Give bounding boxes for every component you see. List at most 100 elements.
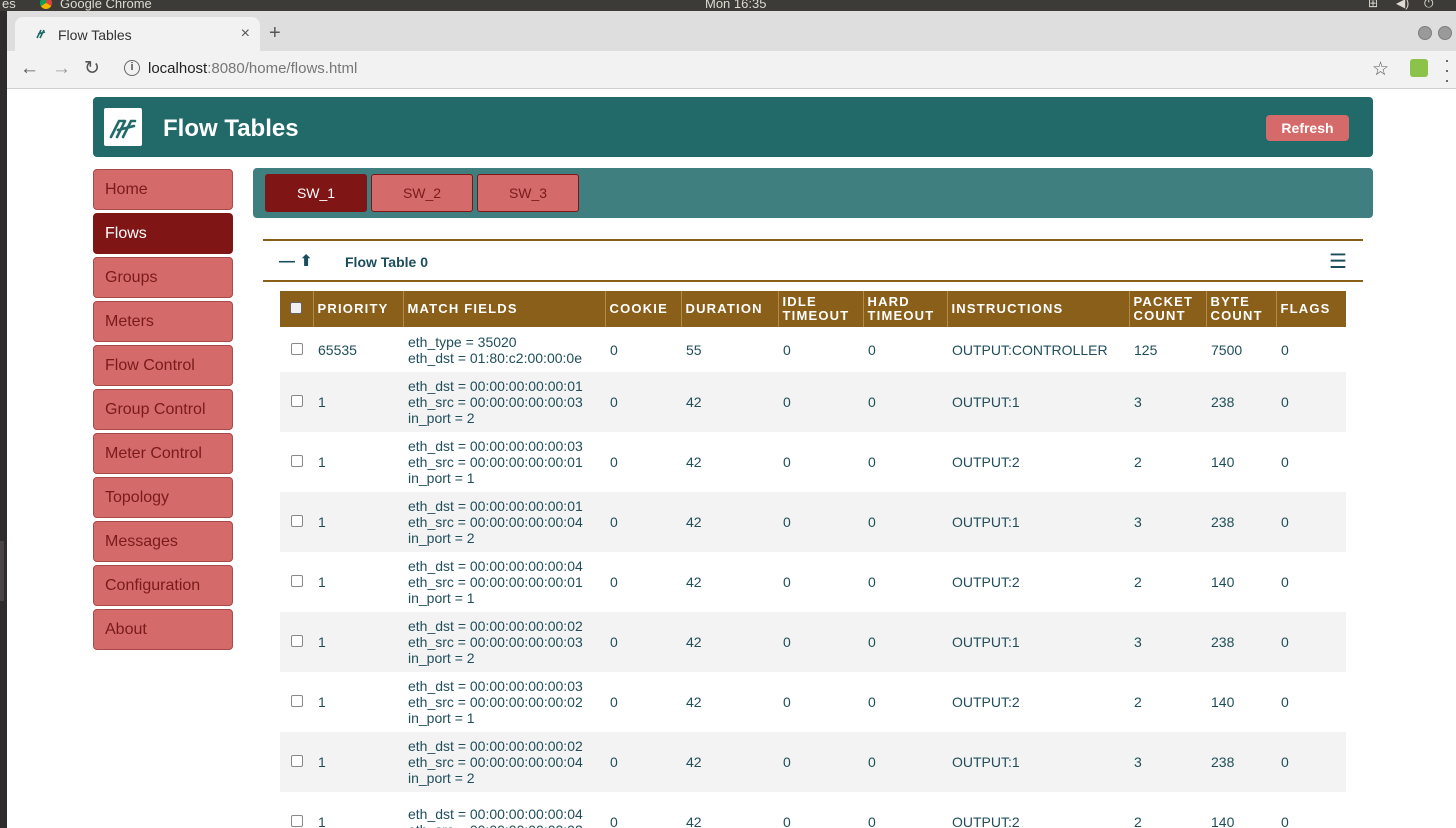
tab-sw-3[interactable]: SW_3 — [477, 174, 579, 212]
idle-timeout-cell: 0 — [783, 694, 791, 710]
back-icon[interactable]: ← — [20, 58, 39, 80]
row-checkbox[interactable] — [290, 515, 303, 527]
sidebar-item-configuration[interactable]: Configuration — [93, 565, 233, 606]
sidebar-item-group-control[interactable]: Group Control — [93, 389, 233, 430]
match-field: eth_src = 00:00:00:00:00:02 — [408, 694, 583, 710]
flags-cell: 0 — [1281, 754, 1289, 770]
col-duration[interactable]: DURATION — [680, 291, 778, 327]
match-cell: eth_dst = 00:00:00:00:00:04eth_src = 00:… — [403, 792, 605, 828]
instructions-cell: OUTPUT:1 — [952, 754, 1020, 770]
menu-dots-icon[interactable]: · · · — [1444, 51, 1450, 89]
sidebar-item-home[interactable]: Home — [93, 169, 233, 210]
duration-cell: 42 — [686, 814, 702, 828]
col-idle-timeout[interactable]: IDLE TIMEOUT — [777, 291, 863, 327]
byte-count-cell: 140 — [1211, 694, 1235, 710]
row-checkbox[interactable] — [290, 575, 303, 587]
volume-icon[interactable]: ◀) — [1396, 0, 1409, 10]
tab-sw-2[interactable]: SW_2 — [371, 174, 473, 212]
forward-icon[interactable]: → — [52, 58, 71, 80]
sidebar-item-flow-control[interactable]: Flow Control — [93, 345, 233, 386]
plus-icon[interactable]: + — [269, 23, 281, 43]
info-icon[interactable]: i — [124, 60, 140, 76]
hard-timeout-cell: 0 — [868, 394, 876, 410]
flows-table: PRIORITY MATCH FIELDS COOKIE DURATION ID… — [280, 291, 1346, 828]
row-checkbox[interactable] — [290, 695, 303, 707]
table-row[interactable]: 1 eth_dst = 00:00:00:00:00:03 eth_src = 00… — [280, 432, 1346, 492]
sidebar-item-meter-control[interactable]: Meter Control — [93, 433, 233, 474]
maximize-icon[interactable] — [1438, 26, 1452, 40]
url-field[interactable]: localhost:8080/home/flows.html — [148, 60, 357, 77]
extension-icon[interactable] — [1410, 59, 1428, 77]
cookie-cell: 0 — [610, 814, 618, 828]
match-field: in_port = 2 — [408, 530, 475, 546]
sidebar-nav: Home Flows Groups Meters Flow Control Group C… — [93, 169, 233, 653]
row-checkbox[interactable] — [290, 635, 303, 647]
sidebar-item-meters[interactable]: Meters — [93, 301, 233, 342]
table-row[interactable]: 65535 eth_type = 35020 eth_dst = 01:80:c2:… — [280, 327, 1346, 372]
network-icon[interactable]: ⊞ — [1368, 0, 1378, 10]
os-clock[interactable]: Mon 16:35 — [705, 0, 766, 11]
cookie-cell: 0 — [610, 341, 618, 358]
row-checkbox-cell — [280, 732, 313, 792]
row-checkbox[interactable] — [290, 342, 303, 355]
instructions-cell: OUTPUT:1 — [952, 394, 1020, 410]
collapse-icon[interactable]: — ⬆ — [279, 251, 313, 271]
row-checkbox[interactable] — [290, 815, 303, 827]
packet-count-cell: 125 — [1134, 341, 1158, 358]
select-all-checkbox-cell — [280, 291, 313, 327]
tab-sw-1[interactable]: SW_1 — [265, 174, 367, 212]
refresh-button[interactable]: Refresh — [1266, 115, 1349, 141]
idle-timeout-cell: 0 — [783, 514, 791, 530]
table-row[interactable]: 1 eth_dst = 00:00:00:00:00:01 eth_src = 00… — [280, 372, 1346, 432]
sidebar-item-about[interactable]: About — [93, 609, 233, 650]
row-checkbox[interactable] — [290, 455, 303, 467]
match-cell: eth_dst = 00:00:00:00:00:03 eth_src = 00:… — [403, 432, 605, 492]
byte-count-cell: 140 — [1211, 454, 1235, 470]
byte-count-cell: 7500 — [1211, 341, 1243, 358]
sidebar-item-topology[interactable]: Topology — [93, 477, 233, 518]
col-packet-count[interactable]: PACKET COUNT — [1128, 291, 1206, 327]
col-byte-count[interactable]: BYTE COUNT — [1205, 291, 1276, 327]
row-checkbox[interactable] — [290, 395, 303, 407]
hamburger-icon[interactable]: ☰ — [1329, 249, 1347, 274]
table-row[interactable]: 1 eth_dst = 00:00:00:00:00:02 eth_src = 00… — [280, 612, 1346, 672]
match-field: eth_src = 00:00:00:00:00:03 — [408, 634, 583, 650]
col-instructions[interactable]: INSTRUCTIONS — [946, 291, 1129, 327]
select-all-checkbox[interactable] — [290, 301, 303, 314]
match-field: eth_dst = 00:00:00:00:00:02 — [408, 738, 583, 754]
table-row[interactable]: 1 eth_dst = 00:00:00:00:00:04eth_src = 00… — [280, 792, 1346, 828]
table-row[interactable]: 1 eth_dst = 00:00:00:00:00:02 eth_src = 00… — [280, 732, 1346, 792]
cookie-cell: 0 — [610, 454, 618, 470]
instructions-cell: OUTPUT:1 — [952, 514, 1020, 530]
hard-timeout-cell: 0 — [868, 634, 876, 650]
reload-icon[interactable]: ↻ — [84, 58, 100, 80]
match-field: eth_src = 00:00:00:00:00:04 — [408, 754, 583, 770]
sidebar-item-messages[interactable]: Messages — [93, 521, 233, 562]
table-row[interactable]: 1 eth_dst = 00:00:00:00:00:01 eth_src = 00… — [280, 492, 1346, 552]
col-match-fields[interactable]: MATCH FIELDS — [402, 291, 605, 327]
instructions-cell: OUTPUT:2 — [952, 694, 1020, 710]
table-row[interactable]: 1 eth_dst = 00:00:00:00:00:04eth_src = 00… — [280, 552, 1346, 612]
duration-cell: 42 — [686, 754, 702, 770]
col-cookie[interactable]: COOKIE — [604, 291, 681, 327]
row-checkbox[interactable] — [290, 755, 303, 767]
instructions-cell: OUTPUT:2 — [952, 574, 1020, 590]
os-app-label[interactable]: Google Chrome — [60, 0, 152, 11]
star-icon[interactable]: ☆ — [1372, 58, 1389, 81]
table-header-row: PRIORITY MATCH FIELDS COOKIE DURATION ID… — [280, 291, 1346, 327]
col-priority[interactable]: PRIORITY — [312, 291, 403, 327]
col-flags[interactable]: FLAGS — [1275, 291, 1346, 327]
power-icon[interactable]: ⏻ — [1424, 0, 1434, 11]
close-icon[interactable]: × — [241, 25, 250, 43]
row-checkbox-cell — [280, 372, 313, 432]
sidebar-item-flows[interactable]: Flows — [93, 213, 233, 254]
minimize-icon[interactable] — [1418, 26, 1432, 40]
table-row[interactable]: 1 eth_dst = 00:00:00:00:00:03 eth_src = 00… — [280, 672, 1346, 732]
idle-timeout-cell: 0 — [783, 341, 791, 358]
launcher-edge — [0, 11, 7, 828]
browser-tab[interactable]: Flow Tables × — [15, 17, 260, 51]
col-hard-timeout[interactable]: HARD TIMEOUT — [862, 291, 947, 327]
sidebar-item-groups[interactable]: Groups — [93, 257, 233, 298]
duration-cell: 55 — [686, 341, 702, 358]
switch-tab-panel: SW_1 SW_2 SW_3 — [253, 168, 1373, 218]
